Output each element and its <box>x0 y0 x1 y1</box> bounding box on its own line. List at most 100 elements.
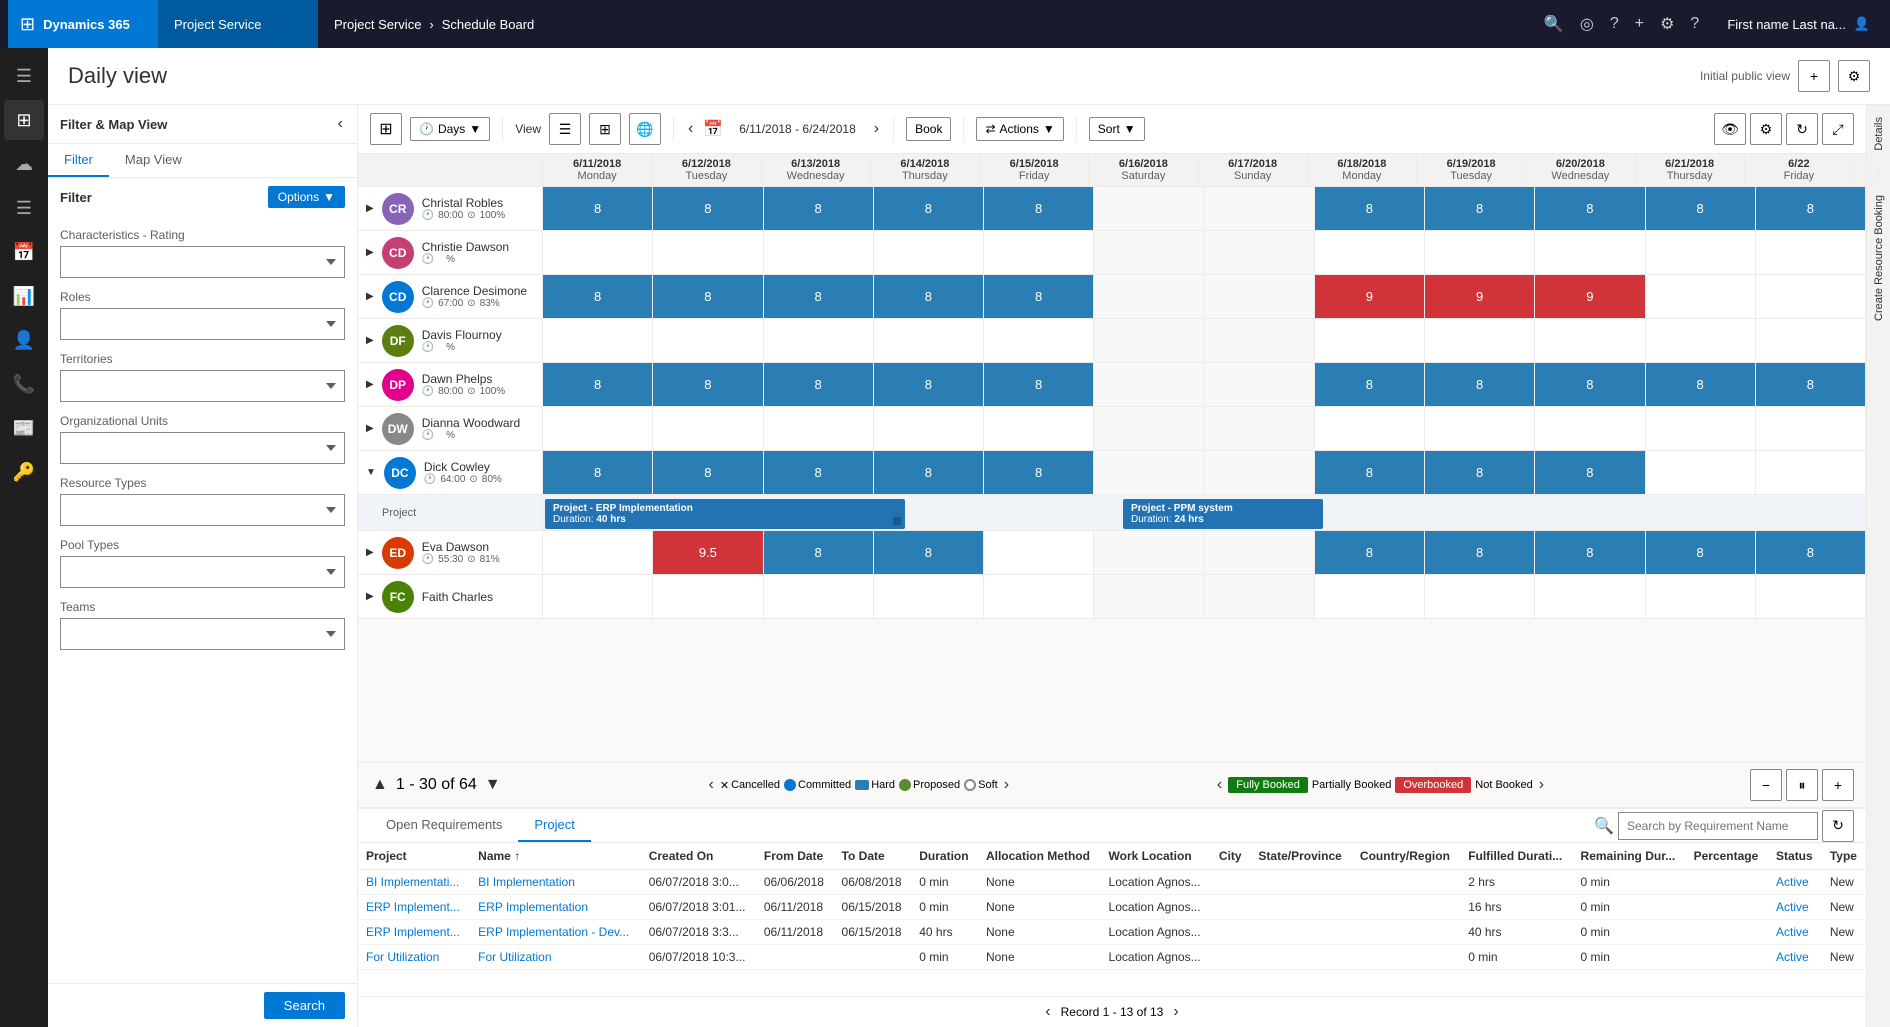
settings-icon[interactable]: ⚙ <box>1660 14 1674 34</box>
sidebar-home-icon[interactable]: ⊞ <box>4 100 44 140</box>
cell-dick-2[interactable]: 8 <box>764 451 874 494</box>
days-dropdown[interactable]: 🕐 Days ▼ <box>410 117 490 141</box>
cell-dick-3[interactable]: 8 <box>874 451 984 494</box>
cell-eva-9[interactable]: 8 <box>1535 531 1645 574</box>
project-link-4[interactable]: For Utilization <box>366 950 439 964</box>
cell-christal-2[interactable]: 8 <box>764 187 874 230</box>
nav-project-service[interactable]: Project Service <box>158 0 318 48</box>
cell-dawn-4[interactable]: 8 <box>984 363 1094 406</box>
table-container[interactable]: Project Name ↑ Created On From Date To D… <box>358 843 1866 996</box>
project-bar-ppm[interactable]: Project - PPM system Duration: 24 hrs <box>1123 499 1323 529</box>
pagination-prev[interactable]: ‹ <box>707 774 716 796</box>
project-link-2[interactable]: ERP Implement... <box>366 900 460 914</box>
sidebar-cloud-icon[interactable]: ☁ <box>4 144 44 184</box>
cell-clarence-1[interactable]: 8 <box>653 275 763 318</box>
cell-christal-10[interactable]: 8 <box>1646 187 1756 230</box>
settings-view-button[interactable]: ⚙ <box>1838 60 1870 92</box>
cell-dick-4[interactable]: 8 <box>984 451 1094 494</box>
project-bar-erp[interactable]: Project - ERP Implementation Duration: 4… <box>545 499 905 529</box>
org-units-select[interactable] <box>60 432 345 464</box>
status-4[interactable]: Active <box>1776 950 1809 964</box>
cell-eva-2[interactable]: 8 <box>764 531 874 574</box>
tab-open-requirements[interactable]: Open Requirements <box>370 809 518 842</box>
expand-button[interactable]: ⤢ <box>1822 113 1854 145</box>
actions-dropdown[interactable]: ⇄ Actions ▼ <box>976 117 1063 141</box>
list-view-button[interactable]: ☰ <box>549 113 581 145</box>
refresh-button[interactable]: ↻ <box>1786 113 1818 145</box>
filter-collapse-button[interactable]: ‹ <box>336 113 345 135</box>
cell-christal-0[interactable]: 8 <box>543 187 653 230</box>
nav-user[interactable]: First name Last na... 👤 <box>1715 16 1882 32</box>
book-button[interactable]: Book <box>906 117 951 141</box>
cell-christal-8[interactable]: 8 <box>1425 187 1535 230</box>
teams-select[interactable] <box>60 618 345 650</box>
filter-tab-filter[interactable]: Filter <box>48 144 109 177</box>
next-date-button[interactable]: › <box>872 118 881 140</box>
globe-view-button[interactable]: 🌐 <box>629 113 661 145</box>
create-booking-label[interactable]: Create Resource Booking <box>1869 183 1889 333</box>
expand-clarence[interactable]: ▶ <box>366 291 374 302</box>
expand-down-button[interactable]: ▼ <box>483 774 503 796</box>
filter-tab-map[interactable]: Map View <box>109 144 198 177</box>
cell-dick-7[interactable]: 8 <box>1315 451 1425 494</box>
project-link-3[interactable]: ERP Implement... <box>366 925 460 939</box>
prev-date-button[interactable]: ‹ <box>686 118 695 140</box>
expand-dick[interactable]: ▼ <box>366 467 376 478</box>
roles-select[interactable] <box>60 308 345 340</box>
name-link-3[interactable]: ERP Implementation - Dev... <box>478 925 629 939</box>
sort-dropdown[interactable]: Sort ▼ <box>1089 117 1145 141</box>
cell-christal-7[interactable]: 8 <box>1315 187 1425 230</box>
expand-dianna[interactable]: ▶ <box>366 423 374 434</box>
cell-eva-1[interactable]: 9.5 <box>653 531 763 574</box>
name-link-1[interactable]: BI Implementation <box>478 875 575 889</box>
expand-up-button[interactable]: ▲ <box>370 774 390 796</box>
search-icon[interactable]: 🔍 <box>1544 14 1564 34</box>
search-icon-bottom[interactable]: 🔍 <box>1594 816 1614 836</box>
cell-christal-9[interactable]: 8 <box>1535 187 1645 230</box>
cell-dawn-10[interactable]: 8 <box>1646 363 1756 406</box>
insights-icon[interactable]: ◎ <box>1580 14 1594 34</box>
schedule-grid-container[interactable]: 6/11/2018Monday 6/12/2018Tuesday 6/13/20… <box>358 154 1866 762</box>
search-button[interactable]: Search <box>264 992 345 1019</box>
record-prev-button[interactable]: ‹ <box>1043 1001 1052 1023</box>
pool-types-select[interactable] <box>60 556 345 588</box>
cell-clarence-9[interactable]: 9 <box>1535 275 1645 318</box>
project-link-1[interactable]: BI Implementati... <box>366 875 459 889</box>
nav-brand[interactable]: ⊞ Dynamics 365 <box>8 0 158 48</box>
sidebar-news-icon[interactable]: 📰 <box>4 408 44 448</box>
sidebar-key-icon[interactable]: 🔑 <box>4 452 44 492</box>
add-view-button[interactable]: + <box>1798 60 1830 92</box>
booking-next[interactable]: › <box>1537 774 1546 796</box>
status-3[interactable]: Active <box>1776 925 1809 939</box>
cell-christal-1[interactable]: 8 <box>653 187 763 230</box>
add-icon[interactable]: + <box>1635 15 1644 33</box>
expand-christal[interactable]: ▶ <box>366 203 374 214</box>
expand-davis[interactable]: ▶ <box>366 335 374 346</box>
booking-prev[interactable]: ‹ <box>1215 774 1224 796</box>
cell-dawn-9[interactable]: 8 <box>1535 363 1645 406</box>
name-link-4[interactable]: For Utilization <box>478 950 551 964</box>
zoom-out-button[interactable]: − <box>1750 769 1782 801</box>
status-1[interactable]: Active <box>1776 875 1809 889</box>
sidebar-calendar-icon[interactable]: 📅 <box>4 232 44 272</box>
cell-eva-11[interactable]: 8 <box>1756 531 1866 574</box>
sidebar-menu-icon[interactable]: ☰ <box>4 56 44 96</box>
cell-dawn-0[interactable]: 8 <box>543 363 653 406</box>
grid-toggle-button[interactable]: ⊞ <box>370 113 402 145</box>
sidebar-chart-icon[interactable]: 📊 <box>4 276 44 316</box>
options-button[interactable]: Options ▼ <box>268 186 345 208</box>
cell-dick-9[interactable]: 8 <box>1535 451 1645 494</box>
pause-button[interactable]: ⏸ <box>1786 769 1818 801</box>
cell-clarence-7[interactable]: 9 <box>1315 275 1425 318</box>
pagination-next[interactable]: › <box>1002 774 1011 796</box>
zoom-in-button[interactable]: + <box>1822 769 1854 801</box>
cell-eva-7[interactable]: 8 <box>1315 531 1425 574</box>
territories-select[interactable] <box>60 370 345 402</box>
question-icon[interactable]: ? <box>1690 15 1699 33</box>
cell-christal-4[interactable]: 8 <box>984 187 1094 230</box>
cell-dawn-1[interactable]: 8 <box>653 363 763 406</box>
cell-eva-10[interactable]: 8 <box>1646 531 1756 574</box>
cell-clarence-4[interactable]: 8 <box>984 275 1094 318</box>
refresh-bottom-button[interactable]: ↻ <box>1822 810 1854 842</box>
cell-dick-0[interactable]: 8 <box>543 451 653 494</box>
